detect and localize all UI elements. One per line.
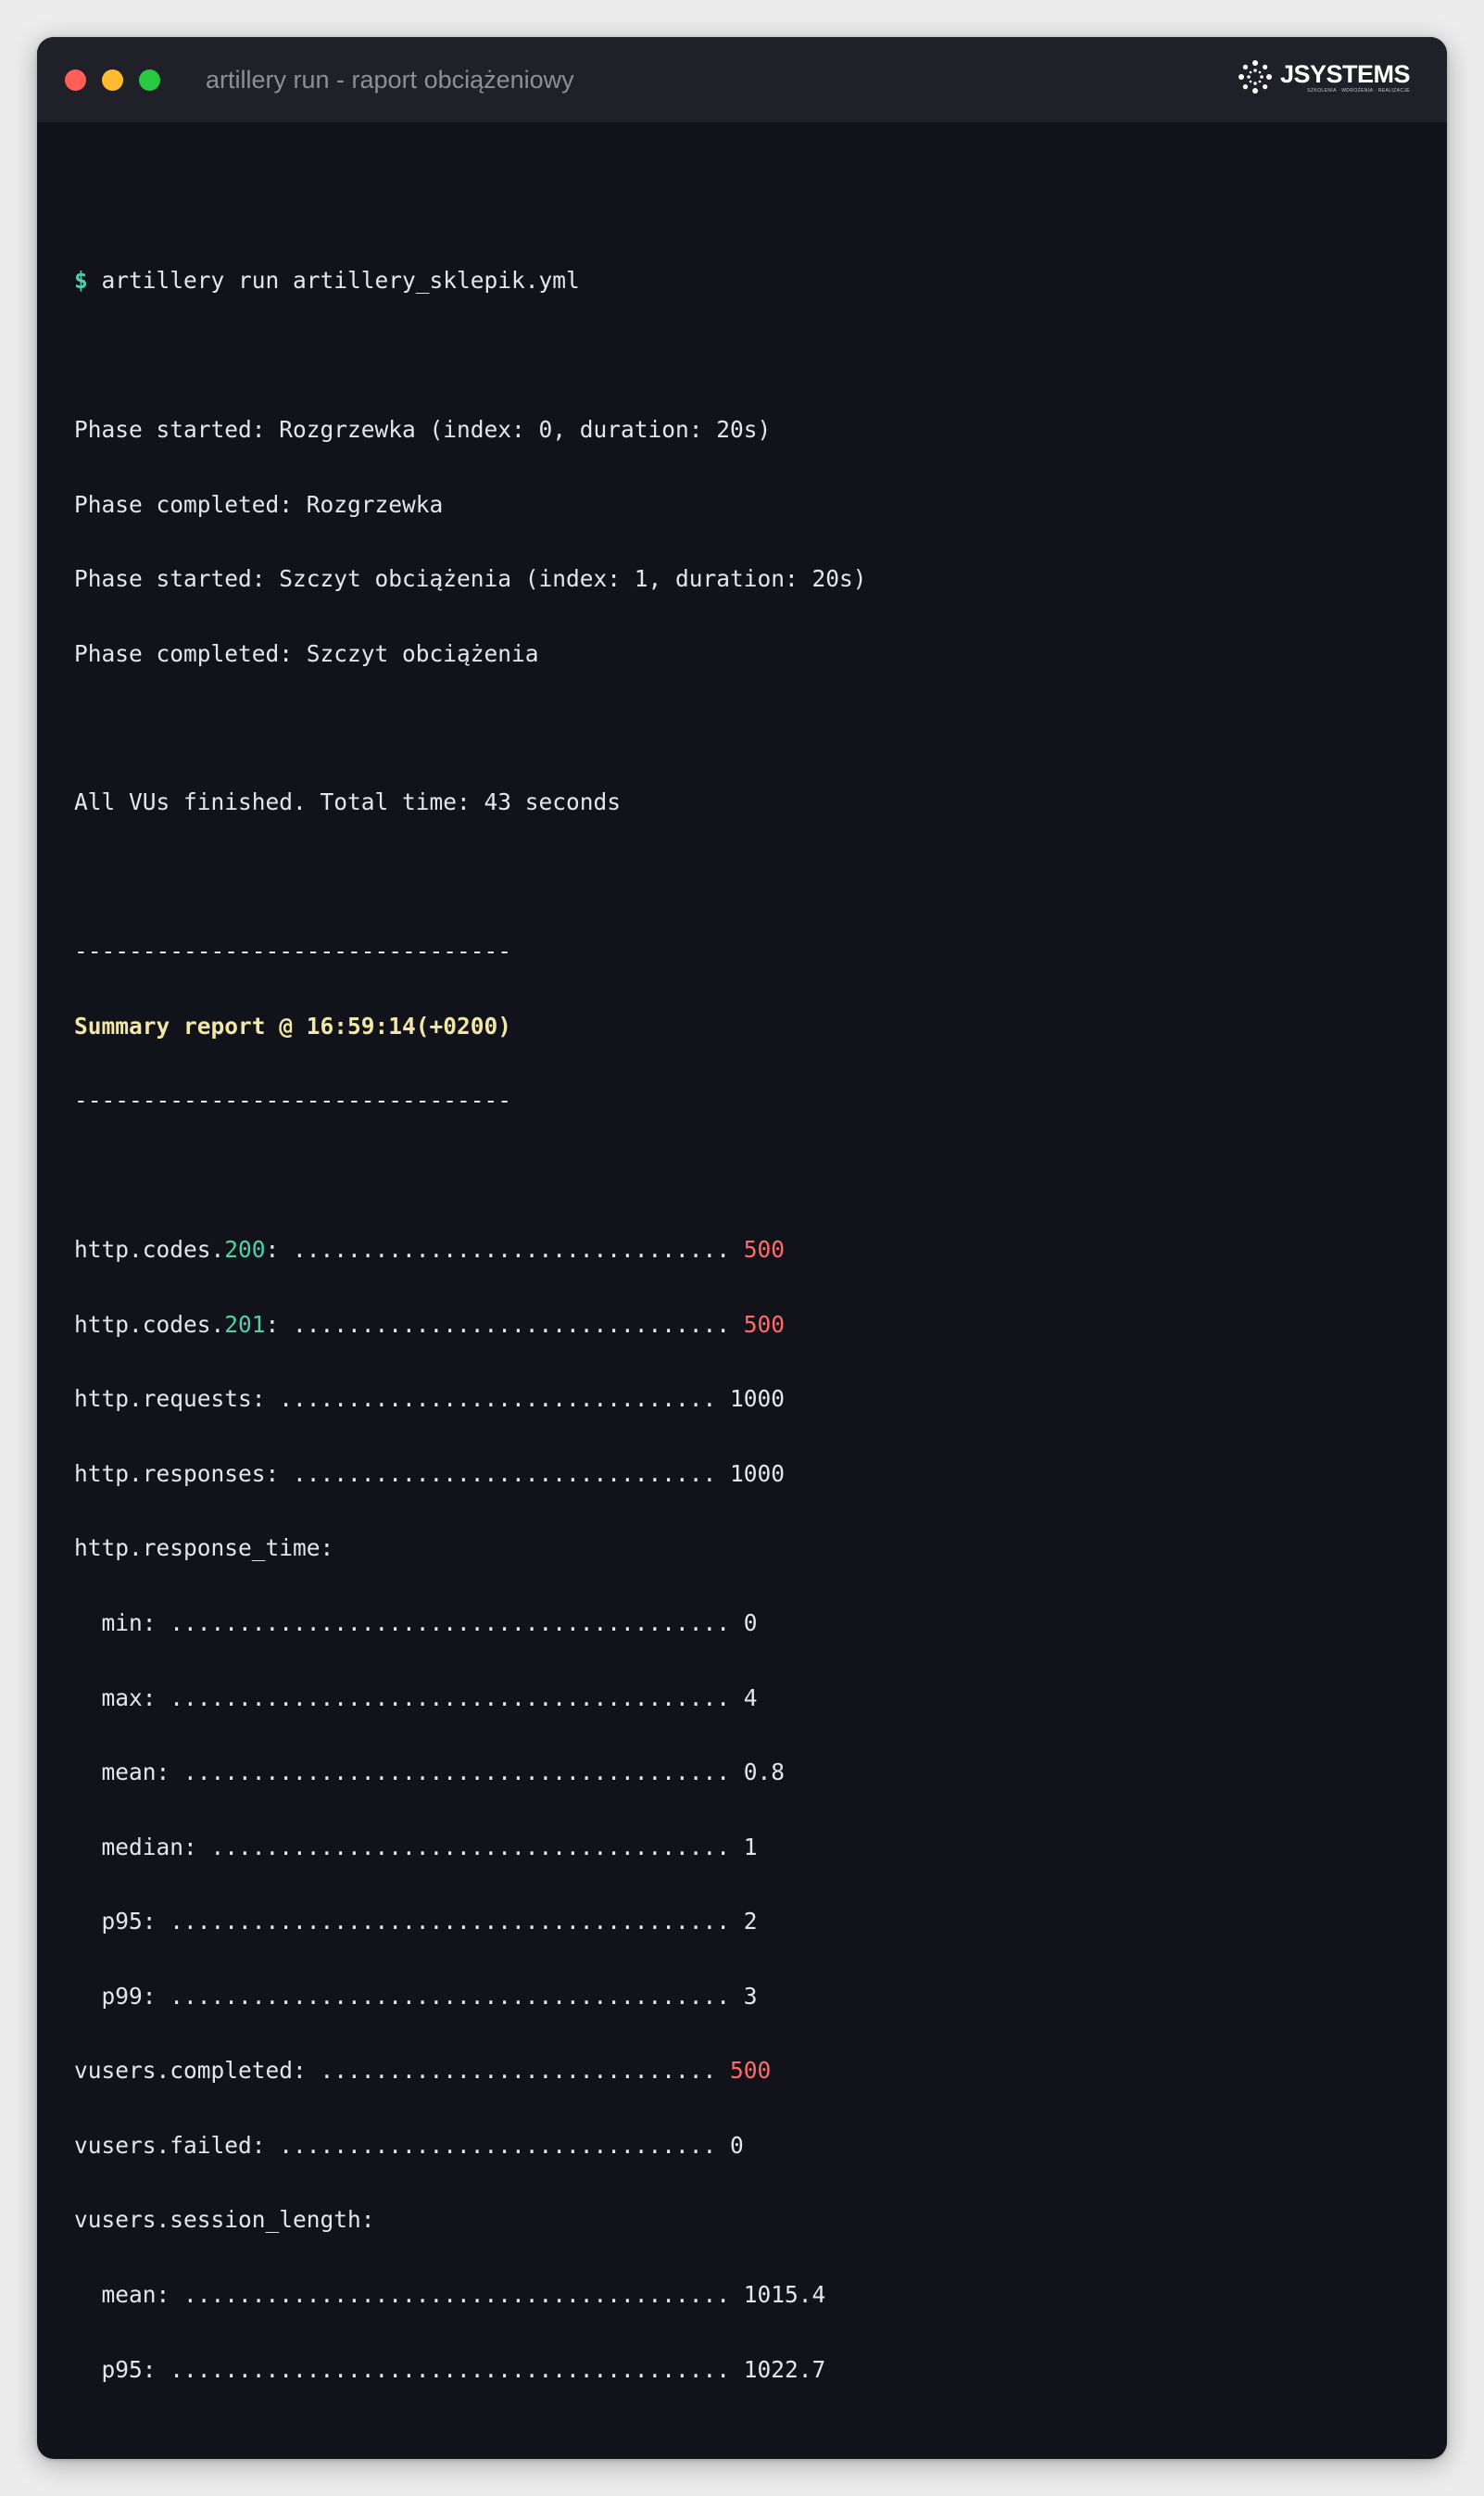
metric-sl-p95: p95: ...................................… [74, 2353, 826, 2387]
metric-value: 1000 [730, 1460, 786, 1487]
metric-value: 1022.7 [743, 2356, 826, 2383]
window-title: artillery run - raport obciążeniowy [206, 65, 574, 94]
phase-line: Phase completed: Rozgrzewka [74, 491, 444, 518]
command-line: $ artillery run artillery_sklepik.yml [74, 264, 580, 297]
metric-rt-p99: p99: ...................................… [74, 1980, 758, 2013]
metric-vusers-failed: vusers.failed: .........................… [74, 2129, 744, 2162]
metric-label: http.codes. [74, 1236, 225, 1263]
metric-label: p99: ...................................… [74, 1983, 744, 2010]
close-button[interactable] [65, 69, 86, 91]
metric-value: 1015.4 [743, 2281, 826, 2308]
metric-value: 2 [743, 1908, 758, 1935]
phase-line: Phase started: Rozgrzewka (index: 0, dur… [74, 416, 772, 443]
terminal-window: artillery run - raport obciążeniowy JSYS… [37, 37, 1447, 2459]
metric-value: 0 [743, 1609, 758, 1636]
metric-responses: http.responses: ........................… [74, 1457, 785, 1491]
metric-value: 0.8 [743, 1759, 786, 1785]
metric-value: 500 [743, 1311, 786, 1338]
metric-session-length-header: vusers.session_length: [74, 2206, 375, 2233]
metric-rt-p95: p95: ...................................… [74, 1905, 758, 1938]
metric-label: vusers.completed: ......................… [74, 2057, 731, 2084]
command-text: artillery run artillery_sklepik.yml [101, 267, 580, 294]
status-code: 201 [224, 1311, 266, 1338]
metric-label: http.codes. [74, 1311, 225, 1338]
metric-response-time-header: http.response_time: [74, 1534, 334, 1561]
summary-title: Summary report @ 16:59:14(+0200) [74, 1013, 512, 1040]
metric-requests: http.requests: .........................… [74, 1382, 785, 1416]
window-controls [65, 69, 176, 91]
phase-line: Phase completed: Szczyt obciążenia [74, 640, 539, 667]
title-bar: artillery run - raport obciążeniowy JSYS… [37, 37, 1447, 122]
metric-label: mean: ..................................… [74, 1759, 744, 1785]
logo-name: JSYSTEMS [1279, 60, 1411, 88]
metric-codes-201: http.codes.201: ........................… [74, 1308, 785, 1342]
minimize-button[interactable] [102, 69, 123, 91]
logo-tagline: SZKOLENIA · WDROŻENIA · REALIZACJE [1307, 88, 1410, 94]
finished-line: All VUs finished. Total time: 43 seconds [74, 788, 622, 815]
status-code: 200 [224, 1236, 266, 1263]
maximize-button[interactable] [139, 69, 160, 91]
metric-label: http.responses: ........................… [74, 1460, 731, 1487]
metric-rt-max: max: ...................................… [74, 1682, 758, 1715]
prompt-symbol: $ [74, 267, 88, 294]
metric-label: max: ...................................… [74, 1684, 744, 1711]
metric-label: mean: ..................................… [74, 2281, 744, 2308]
metric-label: p95: ...................................… [74, 2356, 744, 2383]
metric-label: p95: ...................................… [74, 1908, 744, 1935]
separator-bottom: -------------------------------- [74, 1087, 512, 1114]
metric-value: 500 [743, 1236, 786, 1263]
separator-top: -------------------------------- [74, 938, 512, 964]
metric-rt-median: median: ................................… [74, 1831, 758, 1864]
metric-label: min: ...................................… [74, 1609, 744, 1636]
metric-value: 1000 [730, 1385, 786, 1412]
metric-value: 0 [730, 2132, 744, 2159]
phase-line: Phase started: Szczyt obciążenia (index:… [74, 565, 867, 592]
metric-codes-200: http.codes.200: ........................… [74, 1233, 785, 1267]
metric-dots: : ................................ [265, 1311, 744, 1338]
metric-vusers-completed: vusers.completed: ......................… [74, 2054, 771, 2087]
metric-dots: : ................................ [265, 1236, 744, 1263]
metric-label: median: ................................… [74, 1834, 744, 1860]
metric-value: 3 [743, 1983, 758, 2010]
logo-icon [1238, 60, 1272, 94]
metric-rt-min: min: ...................................… [74, 1607, 758, 1640]
metric-rt-mean: mean: ..................................… [74, 1756, 786, 1789]
metric-value: 1 [743, 1834, 758, 1860]
metric-value: 500 [730, 2057, 772, 2084]
metric-sl-mean: mean: ..................................… [74, 2278, 826, 2312]
terminal-output: $ artillery run artillery_sklepik.yml Ph… [74, 122, 1410, 2383]
metric-label: vusers.failed: .........................… [74, 2132, 731, 2159]
jsystems-logo: JSYSTEMS SZKOLENIA · WDROŻENIA · REALIZA… [1238, 59, 1411, 95]
metric-label: http.requests: .........................… [74, 1385, 731, 1412]
metric-value: 4 [743, 1684, 758, 1711]
